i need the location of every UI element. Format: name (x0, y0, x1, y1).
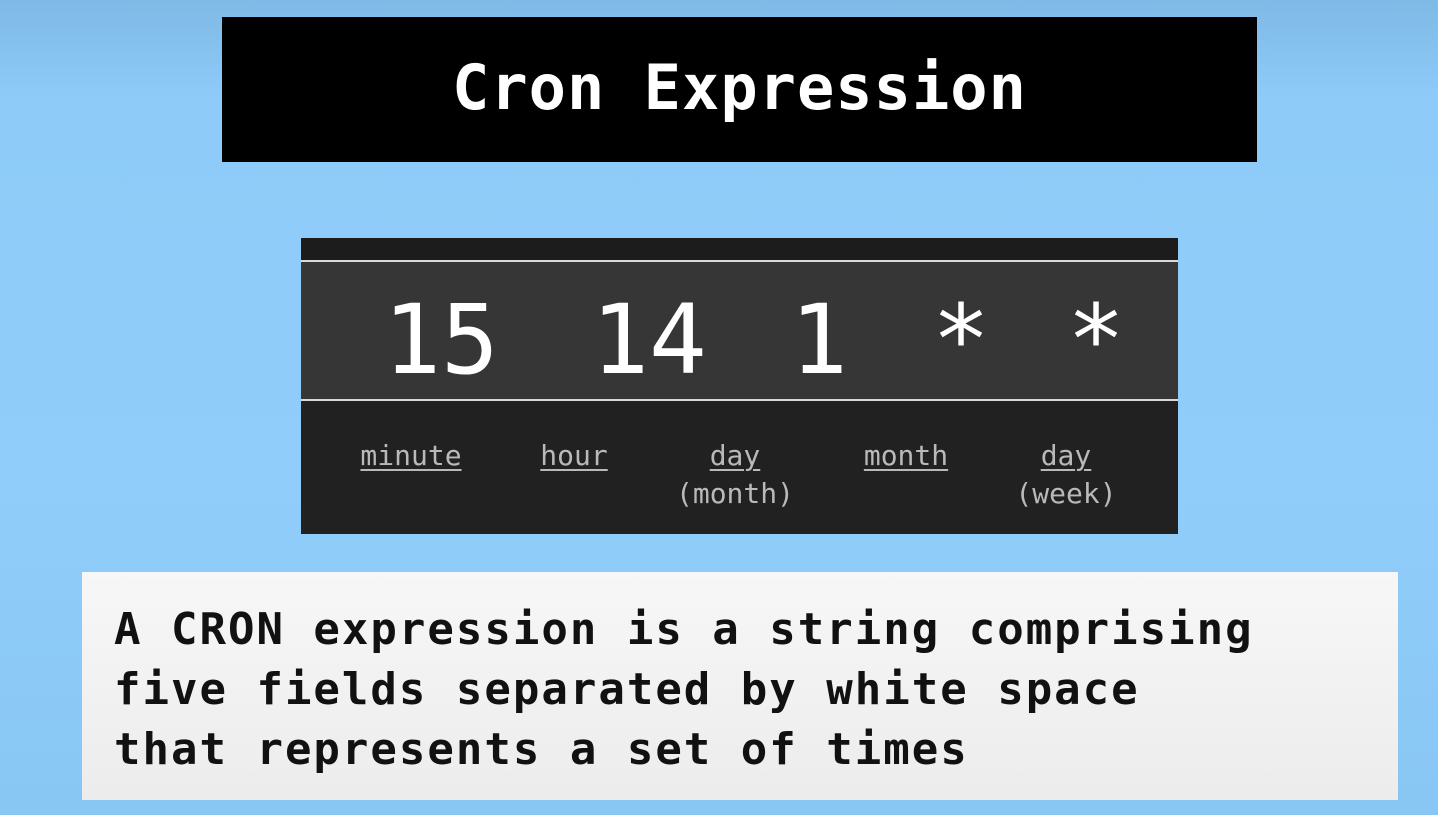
cron-expression-panel: 15 14 1 * * minute hour day (month) mont… (301, 238, 1178, 534)
cron-expression-band: 15 14 1 * * (301, 262, 1178, 401)
label-day-month-sub: (month) (675, 477, 794, 510)
label-day-month-main: day (709, 439, 761, 472)
cron-field-day-of-month: 1 (790, 284, 848, 396)
description-line-2: five fields separated by white space (114, 664, 1140, 715)
description-line-1: A CRON expression is a string comprising (114, 604, 1254, 655)
cron-labels-band: minute hour day (month) month day (week) (301, 401, 1178, 534)
label-month-main: month (863, 439, 949, 472)
cron-field-hour: 14 (591, 284, 707, 396)
label-day-week-main: day (1040, 439, 1092, 472)
label-minute: minute (341, 437, 481, 475)
description-line-3: that represents a set of times (114, 724, 969, 775)
description-box: A CRON expression is a string comprising… (82, 572, 1398, 800)
label-month: month (841, 437, 971, 475)
cron-field-day-of-week: * (1067, 284, 1125, 396)
cron-field-minute: 15 (383, 284, 499, 396)
label-minute-main: minute (360, 439, 462, 472)
label-day-week: day (week) (1001, 437, 1131, 513)
description-text: A CRON expression is a string comprising… (114, 600, 1374, 780)
title-bar: Cron Expression (222, 17, 1257, 162)
label-day-month: day (month) (661, 437, 809, 513)
cron-top-band (301, 238, 1178, 262)
label-hour: hour (519, 437, 629, 475)
label-day-week-sub: (week) (1015, 477, 1117, 510)
page-title: Cron Expression (452, 51, 1027, 124)
cron-field-month: * (932, 284, 990, 396)
label-hour-main: hour (540, 439, 608, 472)
